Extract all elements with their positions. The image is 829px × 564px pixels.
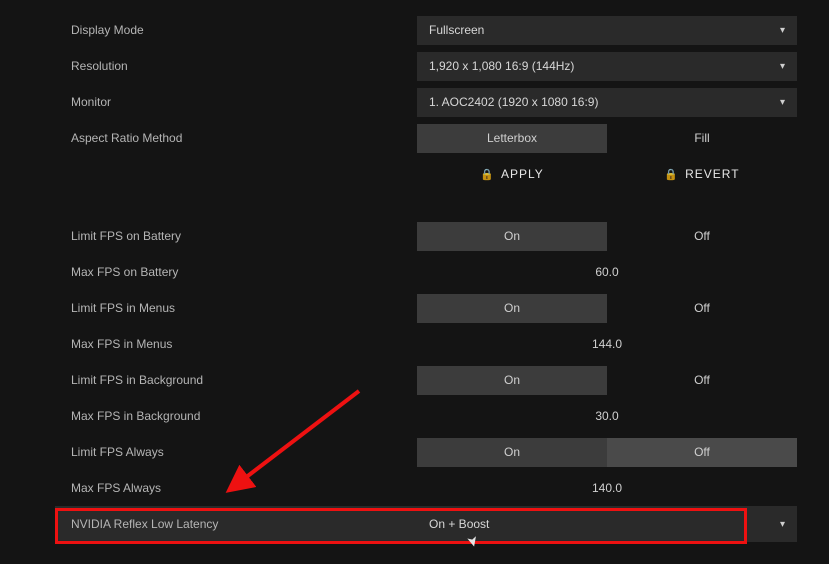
apply-label: APPLY <box>501 167 544 181</box>
setting-label-display-mode: Display Mode <box>55 23 417 37</box>
revert-button[interactable]: 🔒 REVERT <box>607 167 797 181</box>
chevron-down-icon: ▾ <box>780 61 785 72</box>
max-fps-menus-value[interactable]: 144.0 <box>417 330 797 359</box>
setting-label-max-fps-battery: Max FPS on Battery <box>55 265 417 279</box>
nvidia-reflex-value: On + Boost <box>429 517 489 531</box>
monitor-value: 1. AOC2402 (1920 x 1080 16:9) <box>429 95 598 109</box>
resolution-dropdown[interactable]: 1,920 x 1,080 16:9 (144Hz) ▾ <box>417 52 797 81</box>
max-fps-always-value[interactable]: 140.0 <box>417 474 797 503</box>
display-mode-value: Fullscreen <box>429 23 484 37</box>
setting-label-limit-fps-background: Limit FPS in Background <box>55 373 417 387</box>
setting-label-limit-fps-battery: Limit FPS on Battery <box>55 229 417 243</box>
max-fps-background-value[interactable]: 30.0 <box>417 402 797 431</box>
aspect-ratio-letterbox-button[interactable]: Letterbox <box>417 124 607 153</box>
aspect-ratio-fill-button[interactable]: Fill <box>607 124 797 153</box>
limit-fps-battery-off[interactable]: Off <box>607 222 797 251</box>
setting-label-nvidia-reflex: NVIDIA Reflex Low Latency <box>55 517 417 531</box>
setting-label-max-fps-menus: Max FPS in Menus <box>55 337 417 351</box>
chevron-down-icon: ▾ <box>780 97 785 108</box>
limit-fps-battery-on[interactable]: On <box>417 222 607 251</box>
limit-fps-background-off[interactable]: Off <box>607 366 797 395</box>
limit-fps-always-off[interactable]: Off <box>607 438 797 467</box>
apply-button[interactable]: 🔒 APPLY <box>417 167 607 181</box>
setting-label-monitor: Monitor <box>55 95 417 109</box>
lock-icon: 🔒 <box>664 168 679 181</box>
lock-icon: 🔒 <box>480 168 495 181</box>
setting-label-limit-fps-always: Limit FPS Always <box>55 445 417 459</box>
monitor-dropdown[interactable]: 1. AOC2402 (1920 x 1080 16:9) ▾ <box>417 88 797 117</box>
resolution-value: 1,920 x 1,080 16:9 (144Hz) <box>429 59 574 73</box>
setting-label-aspect-ratio: Aspect Ratio Method <box>55 131 417 145</box>
chevron-down-icon: ▾ <box>780 25 785 36</box>
setting-label-limit-fps-menus: Limit FPS in Menus <box>55 301 417 315</box>
display-mode-dropdown[interactable]: Fullscreen ▾ <box>417 16 797 45</box>
chevron-down-icon: ▾ <box>780 519 785 530</box>
limit-fps-menus-off[interactable]: Off <box>607 294 797 323</box>
nvidia-reflex-dropdown[interactable]: On + Boost ▾ <box>417 510 797 539</box>
limit-fps-menus-on[interactable]: On <box>417 294 607 323</box>
setting-label-resolution: Resolution <box>55 59 417 73</box>
max-fps-battery-value[interactable]: 60.0 <box>417 258 797 287</box>
revert-label: REVERT <box>685 167 739 181</box>
setting-label-max-fps-background: Max FPS in Background <box>55 409 417 423</box>
setting-label-max-fps-always: Max FPS Always <box>55 481 417 495</box>
limit-fps-background-on[interactable]: On <box>417 366 607 395</box>
limit-fps-always-on[interactable]: On <box>417 438 607 467</box>
